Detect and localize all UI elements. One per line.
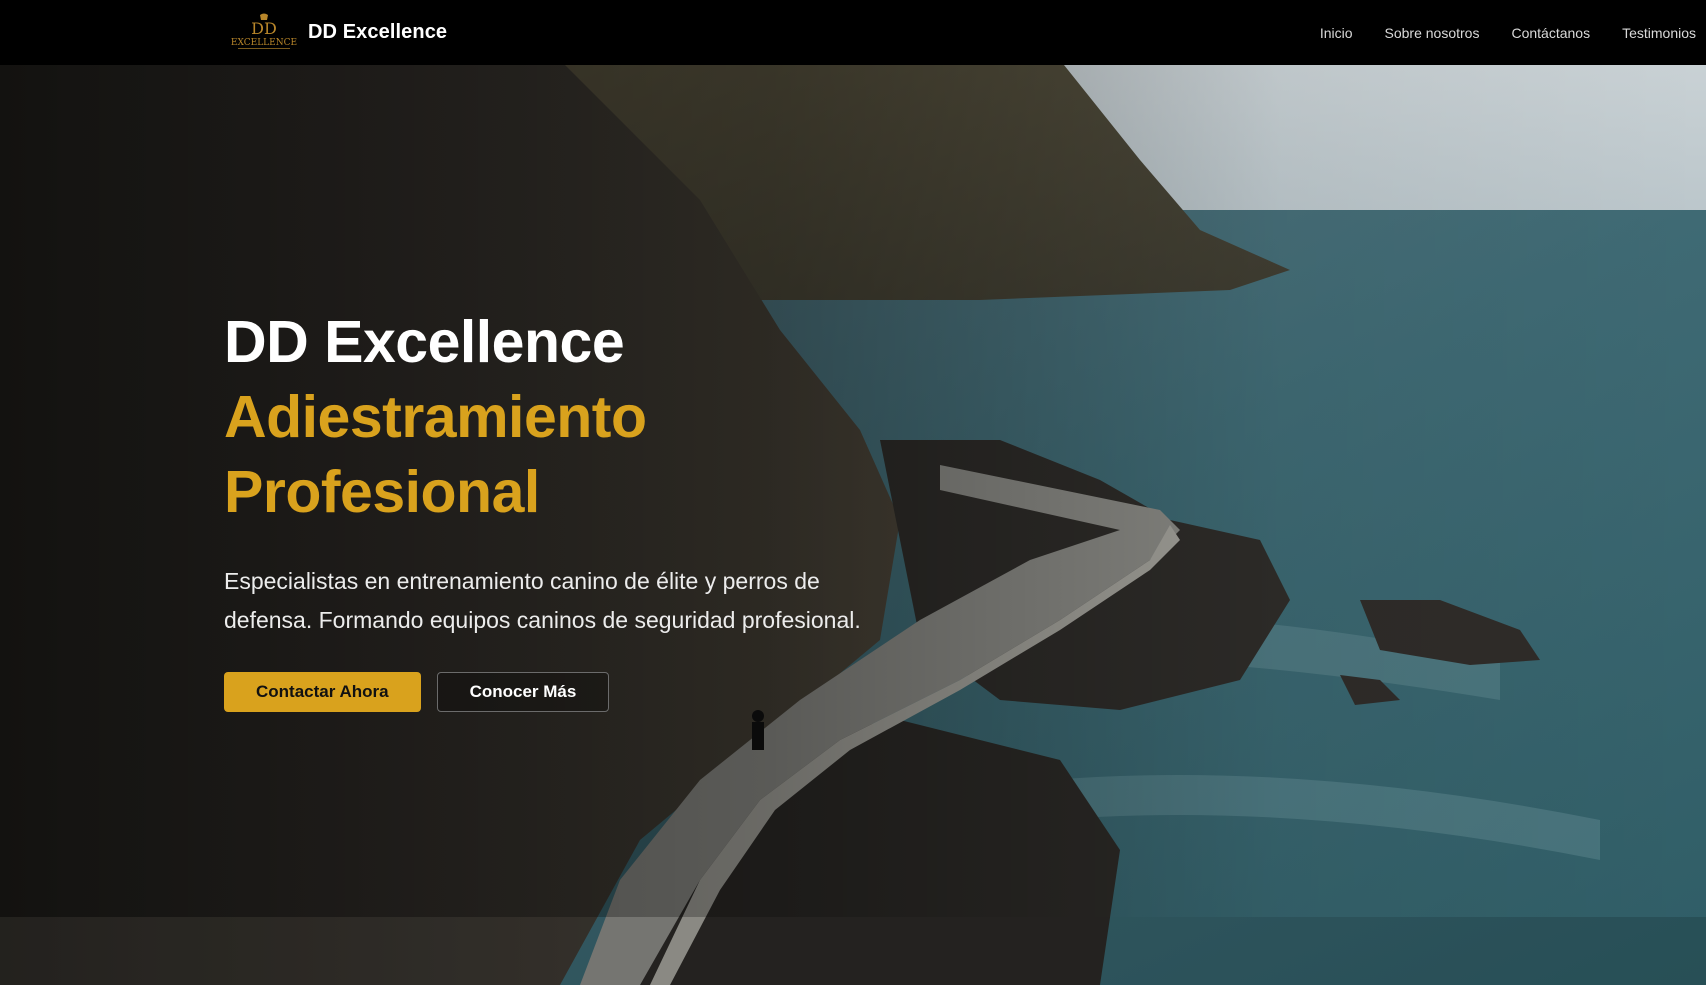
nav-link-sobre-nosotros[interactable]: Sobre nosotros	[1385, 25, 1480, 41]
svg-text:EXCELLENCE: EXCELLENCE	[231, 38, 297, 48]
learn-more-button[interactable]: Conocer Más	[436, 672, 610, 712]
nav-link-contactanos[interactable]: Contáctanos	[1511, 25, 1590, 41]
landing-page: DD EXCELLENCE DD Excellence Inicio Sobre…	[0, 0, 1706, 985]
hero-title: DD Excellence Adiestramiento Profesional	[224, 305, 924, 530]
brand-name: DD Excellence	[308, 20, 448, 43]
svg-text:DD: DD	[251, 19, 277, 38]
nav-links: Inicio Sobre nosotros Contáctanos Testim…	[1288, 0, 1696, 65]
hero-subtitle: Especialistas en entrenamiento canino de…	[224, 568, 861, 633]
brand-home-link[interactable]: DD EXCELLENCE DD Excellence	[230, 8, 447, 56]
hero-title-accent-line-2: Profesional	[224, 459, 540, 525]
hero-title-accent-line-1: Adiestramiento	[224, 384, 647, 450]
top-navbar: DD EXCELLENCE DD Excellence Inicio Sobre…	[0, 0, 1706, 65]
hero-section: DD Excellence Adiestramiento Profesional…	[224, 305, 924, 712]
hero-cta-row: Contactar Ahora Conocer Más	[224, 672, 924, 712]
hero-title-brand: DD Excellence	[224, 309, 625, 375]
dd-excellence-logo-icon: DD EXCELLENCE	[230, 12, 298, 52]
contact-now-button[interactable]: Contactar Ahora	[224, 672, 421, 712]
nav-link-testimonios[interactable]: Testimonios	[1622, 25, 1696, 41]
nav-link-inicio[interactable]: Inicio	[1320, 25, 1353, 41]
